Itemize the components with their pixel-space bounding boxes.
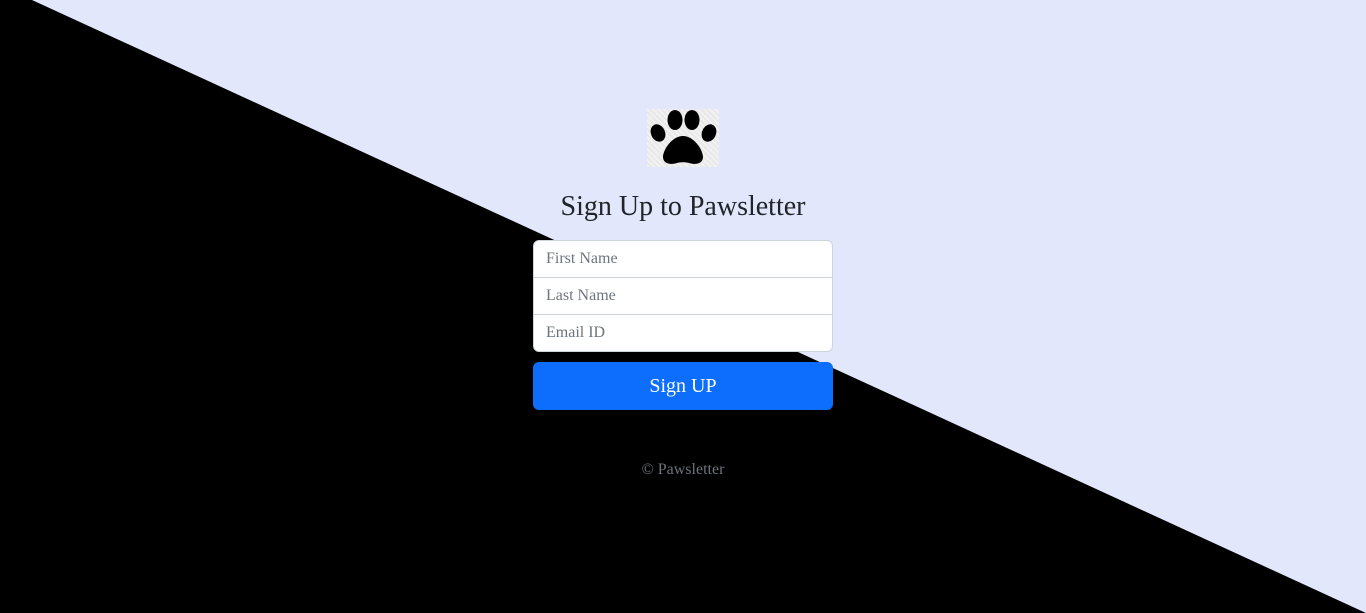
- copyright-text: © Pawsletter: [641, 461, 725, 478]
- first-name-field[interactable]: [533, 240, 833, 278]
- sign-up-button[interactable]: Sign UP: [533, 362, 833, 410]
- paw-icon: [647, 109, 719, 167]
- input-group: [533, 240, 833, 352]
- signup-form: Sign Up to Pawsletter Sign UP © Pawslett…: [533, 109, 833, 496]
- last-name-field[interactable]: [533, 277, 833, 315]
- email-field[interactable]: [533, 314, 833, 352]
- page-title: Sign Up to Pawsletter: [560, 191, 806, 222]
